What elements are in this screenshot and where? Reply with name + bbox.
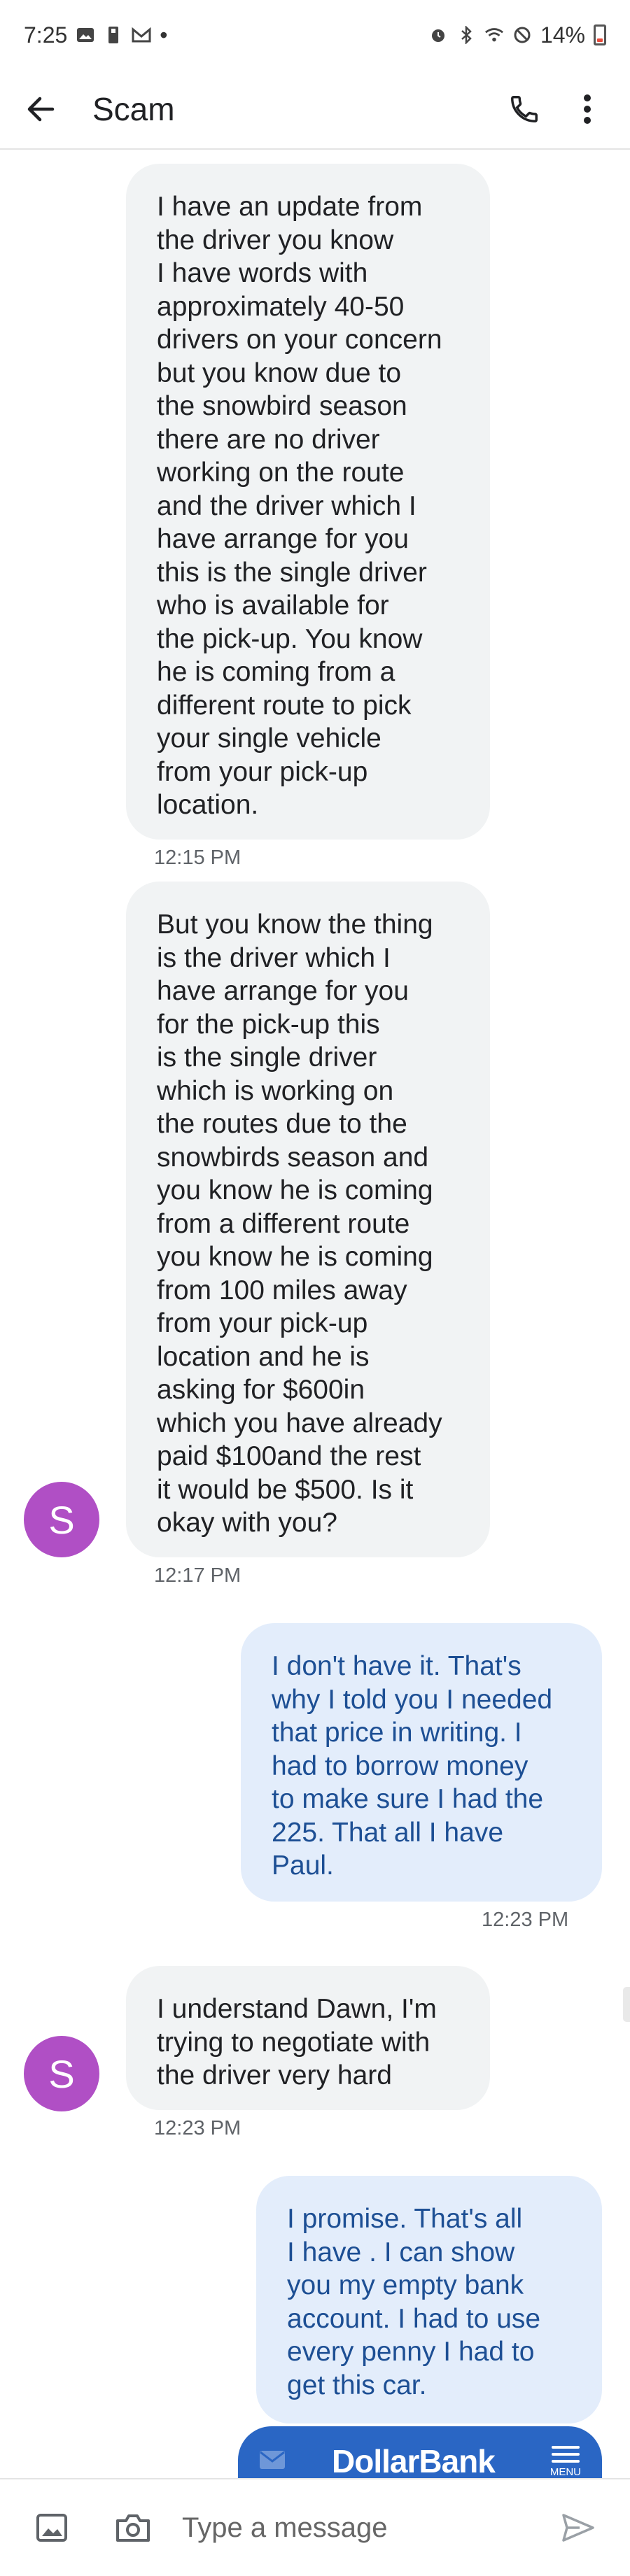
message-bubble-outgoing[interactable]: I don't have it. That's why I told you I… <box>241 1623 602 1902</box>
message-composer <box>0 2478 630 2576</box>
message-bubble-incoming[interactable]: But you know the thing is the driver whi… <box>126 882 490 1557</box>
send-icon[interactable] <box>559 2508 598 2547</box>
status-left: 7:25 • <box>24 22 167 48</box>
message-timestamp: 12:23 PM <box>482 1909 569 1931</box>
avatar[interactable]: S <box>24 2036 99 2111</box>
message-input[interactable] <box>181 2511 559 2545</box>
card-menu[interactable]: MENU <box>550 2445 581 2478</box>
message-timestamp: 12:23 PM <box>154 2117 241 2139</box>
status-time: 7:25 <box>24 22 68 48</box>
alarm-icon <box>428 25 448 45</box>
battery-icon <box>594 24 606 45</box>
menu-icon <box>551 2445 580 2466</box>
dollarbank-logo: DollarBank <box>332 2443 496 2478</box>
phone-icon[interactable] <box>500 85 549 134</box>
menu-label: MENU <box>550 2465 581 2478</box>
battery-percent: 14% <box>540 22 585 48</box>
more-vert-icon[interactable] <box>563 85 612 134</box>
message-timestamp: 12:15 PM <box>154 847 241 869</box>
status-dot: • <box>160 22 168 48</box>
back-arrow-icon[interactable] <box>18 87 63 132</box>
conversation-header: Scam <box>0 70 630 150</box>
message-thread[interactable]: I have an update from the driver you kno… <box>0 150 630 2478</box>
message-bubble-incoming[interactable]: I understand Dawn, I'm trying to negotia… <box>126 1966 490 2110</box>
image-icon <box>76 25 95 45</box>
gmail-icon <box>132 25 151 45</box>
message-timestamp: 12:17 PM <box>154 1564 241 1587</box>
dollarbank-card[interactable]: DollarBank MENU <box>238 2426 602 2478</box>
dnd-icon <box>512 25 532 45</box>
usb-icon <box>104 25 123 45</box>
message-bubble-incoming[interactable]: I have an update from the driver you kno… <box>126 164 490 840</box>
bluetooth-icon <box>456 25 476 45</box>
gallery-icon[interactable] <box>32 2508 71 2547</box>
message-bubble-outgoing[interactable]: I promise. That's all I have . I can sho… <box>256 2176 602 2423</box>
status-right: 14% <box>428 22 606 48</box>
status-bar: 7:25 • 14% <box>0 0 630 70</box>
scroll-indicator[interactable] <box>623 1987 630 2022</box>
conversation-title: Scam <box>92 91 175 127</box>
avatar[interactable]: S <box>24 1482 99 1557</box>
wifi-icon <box>484 25 504 45</box>
camera-icon[interactable] <box>113 2508 153 2547</box>
mail-icon <box>259 2450 286 2473</box>
